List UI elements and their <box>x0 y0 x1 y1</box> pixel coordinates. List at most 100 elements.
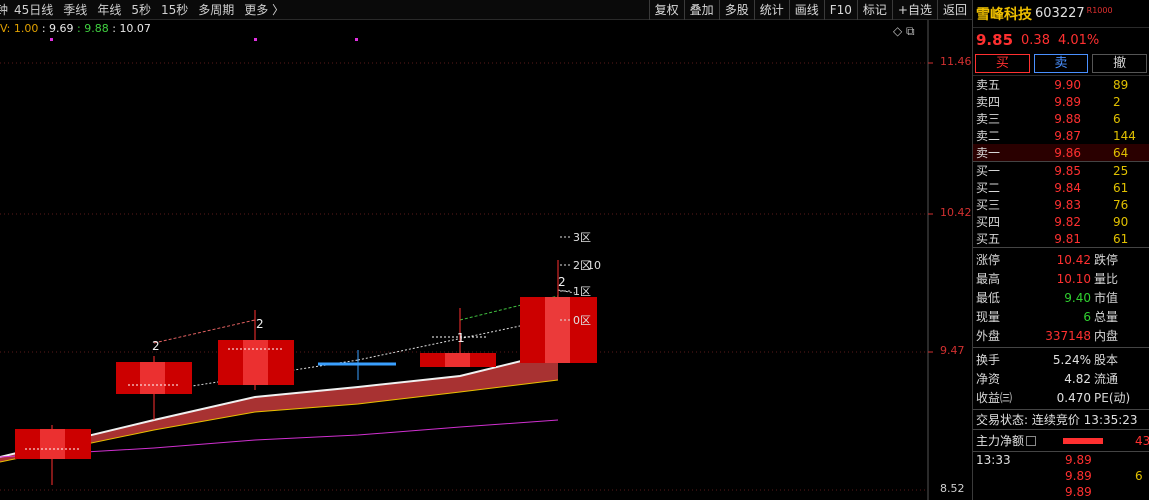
tab-15sec[interactable]: 15秒 <box>161 0 188 20</box>
ma-legend: V: 1.00 : 9.69 : 9.88 : 10.07 <box>0 22 151 35</box>
stat-label-2: 股本 <box>1094 353 1119 367</box>
tab-minute[interactable]: 钟 <box>0 0 8 20</box>
stat-value: 4.82 <box>1064 371 1091 386</box>
ask-volume: 2 <box>1113 94 1121 109</box>
ask-volume: 144 <box>1113 128 1136 143</box>
stat-value: 0.470 <box>1056 390 1091 405</box>
price-tick-low: 9.47 <box>940 344 965 357</box>
stat-label-2: PE(动) <box>1094 391 1131 405</box>
tab-45day[interactable]: 45日线 <box>14 0 53 20</box>
stat-label: 现量 <box>976 310 1001 324</box>
chart-settings-icon[interactable]: ◇ ⧉ <box>893 24 915 39</box>
cancel-order-button[interactable]: 撤 <box>1092 54 1148 73</box>
stat-value: 9.40 <box>1064 290 1091 305</box>
quote-panel: 雪峰科技 603227 R1000 9.85 0.38 4.01% 买 卖 撤 … <box>972 0 1149 500</box>
stat-value: 337148 <box>1045 328 1091 343</box>
ask-price: 9.87 <box>1054 128 1081 143</box>
mark-button[interactable]: 标记 <box>856 0 892 20</box>
list-item[interactable]: 买四 9.82 90 <box>973 213 1149 230</box>
draw-line-button[interactable]: 画线 <box>788 0 824 20</box>
bid-label: 买四 <box>976 215 1001 229</box>
tab-more[interactable]: 更多 〉 <box>244 0 284 20</box>
count-label: 1 <box>457 331 465 345</box>
multi-stock-button[interactable]: 多股 <box>718 0 754 20</box>
overlay-button[interactable]: 叠加 <box>683 0 719 20</box>
list-item[interactable]: 买三 9.83 76 <box>973 196 1149 213</box>
count-label: 2 <box>256 317 264 331</box>
list-item[interactable]: 卖二 9.87 144 <box>973 127 1149 144</box>
stat-label: 最低 <box>976 291 1001 305</box>
sell-button[interactable]: 卖 <box>1033 54 1089 73</box>
kline-svg: 3区 2区 10 1区 0区 2 2 1 2 <box>0 20 933 500</box>
stat-value: 5.24% <box>1052 352 1091 367</box>
quote-stats-2: 换手 5.24% 股本 净资 4.82 流通 收益㈢ 0.470 PE(动) <box>973 348 1149 410</box>
bid-label: 买二 <box>976 181 1001 195</box>
list-item[interactable]: 卖一 9.86 64 <box>973 144 1149 161</box>
signal-dot <box>254 38 257 41</box>
stat-row: 外盘 337148 内盘 <box>973 326 1149 345</box>
list-item[interactable]: 买五 9.81 61 <box>973 230 1149 247</box>
tab-multi-period[interactable]: 多周期 <box>198 0 234 20</box>
add-watchlist-button[interactable]: +自选 <box>891 0 937 20</box>
list-item: 9.89 6 <box>973 468 1149 484</box>
bid-volume: 61 <box>1113 231 1129 246</box>
quote-stats: 涨停 10.42 跌停 最高 10.10 量比 最低 9.40 市值 现量 6 总量 外盘 337… <box>973 248 1149 348</box>
stock-badge: R1000 <box>1086 6 1113 15</box>
period-toolbar: 钟 45日线 季线 年线 5秒 15秒 多周期 更多 〉 复权 叠加 多股 统计… <box>0 0 972 20</box>
bid-volume: 25 <box>1113 163 1129 178</box>
ask-price: 9.86 <box>1054 145 1081 160</box>
price-tick-high: 11.46 <box>940 55 972 68</box>
ask-volume: 89 <box>1113 77 1129 92</box>
stats-button[interactable]: 统计 <box>753 0 789 20</box>
adjust-button[interactable]: 复权 <box>648 0 684 20</box>
price-row: 9.85 0.38 4.01% <box>973 28 1149 52</box>
info-icon[interactable] <box>1026 435 1037 446</box>
bid-price: 9.83 <box>1054 197 1081 212</box>
ask-volume: 64 <box>1113 145 1129 160</box>
last-price: 9.85 <box>976 31 1014 49</box>
stock-name: 雪峰科技 <box>976 6 1032 23</box>
stat-label: 最高 <box>976 272 1001 286</box>
f10-button[interactable]: F10 <box>823 0 857 20</box>
stat-row: 净资 4.82 流通 <box>973 369 1149 388</box>
buy-button[interactable]: 买 <box>975 54 1030 73</box>
stat-row: 换手 5.24% 股本 <box>973 350 1149 369</box>
list-item[interactable]: 卖五 9.90 89 <box>973 76 1149 93</box>
tick-price: 9.89 <box>1065 485 1092 499</box>
price-change: 0.38 <box>1021 32 1050 48</box>
net-flow-label: 主力净额 <box>976 434 1025 448</box>
ask-volume: 6 <box>1113 111 1121 126</box>
trade-status: 交易状态: 连续竞价 13:35:23 <box>973 410 1149 430</box>
tick-price: 9.89 <box>1065 469 1092 483</box>
ma-legend-1: 9.69 <box>49 22 74 35</box>
back-button[interactable]: 返回 <box>936 0 972 20</box>
stock-header: 雪峰科技 603227 R1000 <box>973 0 1149 28</box>
list-item[interactable]: 卖四 9.89 2 <box>973 93 1149 110</box>
tick-price: 9.89 <box>1065 453 1092 467</box>
projection-line <box>153 319 256 344</box>
tick-time: 13:33 <box>976 453 1011 467</box>
tab-quarter[interactable]: 季线 <box>63 0 87 20</box>
main-net-flow: 主力净额 433 <box>973 430 1149 452</box>
list-item[interactable]: 卖三 9.88 6 <box>973 110 1149 127</box>
bid-book: 买一 9.85 25 买二 9.84 61 买三 9.83 76 买四 9.82 90 买五 9.… <box>973 162 1149 248</box>
bid-volume: 61 <box>1113 180 1129 195</box>
bid-price: 9.84 <box>1054 180 1081 195</box>
list-item[interactable]: 买一 9.85 25 <box>973 162 1149 179</box>
stat-label: 涨停 <box>976 253 1001 267</box>
trade-buttons: 买 卖 撤 <box>973 52 1149 76</box>
tab-5sec[interactable]: 5秒 <box>131 0 151 20</box>
bid-label: 买五 <box>976 232 1001 246</box>
kline-chart[interactable]: 3区 2区 10 1区 0区 2 2 1 2 V: 1.00 : 9.69 : … <box>0 20 972 500</box>
list-item[interactable]: 买二 9.84 61 <box>973 179 1149 196</box>
ma-legend-3: 10.07 <box>119 22 151 35</box>
count-label: 2 <box>558 275 566 289</box>
stat-label-2: 跌停 <box>1094 253 1119 267</box>
stat-label-2: 流通 <box>1094 372 1119 386</box>
tab-year[interactable]: 年线 <box>97 0 121 20</box>
signal-dot <box>50 38 53 41</box>
ask-book: 卖五 9.90 89 卖四 9.89 2 卖三 9.88 6 卖二 9.87 144 卖一 9.8… <box>973 76 1149 162</box>
ask-price: 9.89 <box>1054 94 1081 109</box>
signal-dot <box>355 38 358 41</box>
stat-value: 10.42 <box>1056 252 1091 267</box>
